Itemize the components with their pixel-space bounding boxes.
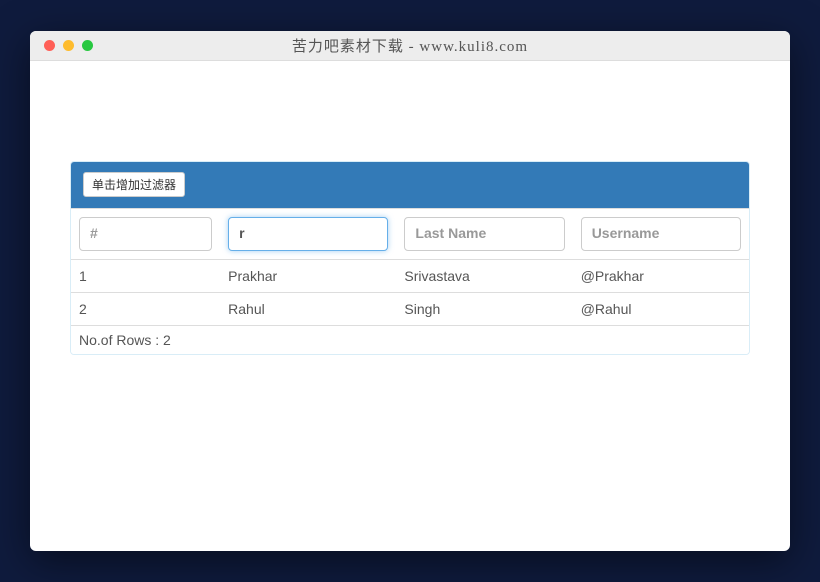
window-controls [30,40,93,51]
cell-last-name: Srivastava [396,259,572,292]
minimize-icon[interactable] [63,40,74,51]
panel-heading: 单击增加过滤器 [71,162,749,208]
filter-last-name-input[interactable] [404,217,564,251]
close-icon[interactable] [44,40,55,51]
cell-first-name: Prakhar [220,259,396,292]
maximize-icon[interactable] [82,40,93,51]
cell-id: 1 [71,259,220,292]
table-row[interactable]: 2 Rahul Singh @Rahul [71,292,749,325]
app-window: 苦力吧素材下载 - www.kuli8.com 单击增加过滤器 [30,31,790,551]
table-head [71,209,749,260]
cell-first-name: Rahul [220,292,396,325]
cell-username: @Prakhar [573,259,749,292]
table-row[interactable]: 1 Prakhar Srivastava @Prakhar [71,259,749,292]
add-filter-button[interactable]: 单击增加过滤器 [83,172,185,197]
cell-id: 2 [71,292,220,325]
panel-footer: No.of Rows : 2 [71,325,749,354]
cell-last-name: Singh [396,292,572,325]
filter-first-name-input[interactable] [228,217,388,251]
content-area: 单击增加过滤器 [30,61,790,551]
window-title: 苦力吧素材下载 - www.kuli8.com [30,35,790,56]
table-body: 1 Prakhar Srivastava @Prakhar 2 Rahul Si… [71,259,749,325]
filter-id-input[interactable] [79,217,212,251]
filter-panel: 单击增加过滤器 [70,161,750,355]
cell-username: @Rahul [573,292,749,325]
row-count-label: No.of Rows : 2 [79,332,171,348]
filter-row [71,209,749,260]
filter-username-input[interactable] [581,217,741,251]
data-table: 1 Prakhar Srivastava @Prakhar 2 Rahul Si… [71,208,749,325]
titlebar: 苦力吧素材下载 - www.kuli8.com [30,31,790,61]
